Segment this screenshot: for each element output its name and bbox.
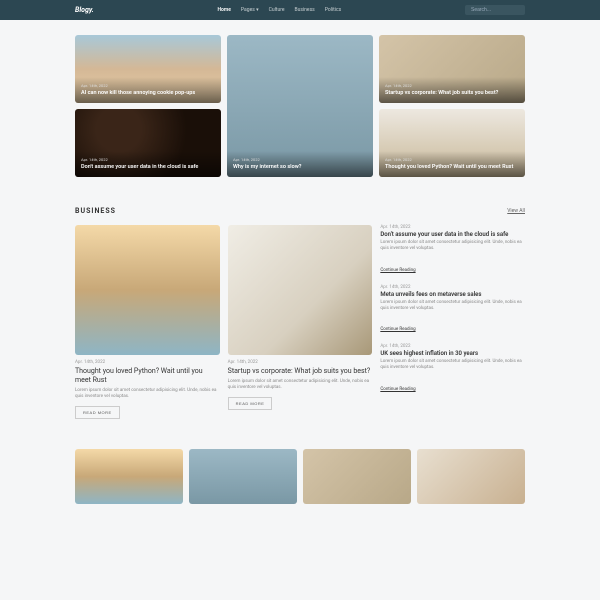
side-date: Apr. 14th, 2022 [380, 344, 525, 349]
hero-title: Why is my internet so slow? [233, 164, 367, 171]
view-all-link[interactable]: View All [507, 208, 525, 214]
hero-card[interactable]: Apr. 14th, 2022 AI can now kill those ann… [75, 35, 221, 103]
feature-title: Startup vs corporate: What job suits you… [228, 367, 373, 376]
search-input[interactable] [465, 5, 525, 15]
nav-business[interactable]: Business [295, 7, 315, 13]
side-title: Meta unveils fees on metaverse sales [380, 291, 525, 298]
nav-culture[interactable]: Culture [269, 7, 285, 13]
continue-reading-link[interactable]: Continue Reading [380, 387, 415, 392]
side-title: Don't assume your user data in the cloud… [380, 231, 525, 238]
side-article: Apr. 14th, 2022 Meta unveils fees on met… [380, 285, 525, 335]
section-title: BUSINESS [75, 207, 116, 215]
hero-title: Startup vs corporate: What job suits you… [385, 90, 519, 97]
hero-card[interactable]: Apr. 14th, 2022 Don't assume your user da… [75, 109, 221, 177]
hero-title: Don't assume your user data in the cloud… [81, 164, 215, 171]
side-article: Apr. 14th, 2022 UK sees highest inflatio… [380, 344, 525, 394]
nav-pages[interactable]: Pages ▾ [241, 7, 259, 13]
feature-date: Apr. 14th, 2022 [228, 360, 373, 365]
thumbnail[interactable] [417, 449, 525, 504]
thumbnail[interactable] [189, 449, 297, 504]
side-column: Apr. 14th, 2022 Don't assume your user d… [380, 225, 525, 419]
continue-reading-link[interactable]: Continue Reading [380, 268, 415, 273]
feature-date: Apr. 14th, 2022 [75, 360, 220, 365]
side-excerpt: Lorem ipsum dolor sit amet consectetur a… [380, 300, 525, 313]
business-section: BUSINESS View All Apr. 14th, 2022 Though… [75, 192, 525, 434]
thumbnail[interactable] [75, 449, 183, 504]
hero-title: AI can now kill those annoying cookie po… [81, 90, 215, 97]
side-excerpt: Lorem ipsum dolor sit amet consectetur a… [380, 359, 525, 372]
thumbnail[interactable] [303, 449, 411, 504]
read-more-button[interactable]: READ MORE [228, 397, 273, 410]
logo[interactable]: Blogy. [75, 6, 94, 14]
read-more-button[interactable]: READ MORE [75, 406, 120, 419]
hero-card[interactable]: Apr. 14th, 2022 Startup vs corporate: Wha… [379, 35, 525, 103]
hero-card[interactable]: Apr. 14th, 2022 Why is my internet so slo… [227, 35, 373, 177]
hero-date: Apr. 14th, 2022 [81, 83, 215, 88]
hero-grid: Apr. 14th, 2022 AI can now kill those ann… [75, 20, 525, 192]
side-excerpt: Lorem ipsum dolor sit amet consectetur a… [380, 240, 525, 253]
feature-card: Apr. 14th, 2022 Thought you loved Python… [75, 225, 220, 419]
header: Blogy. Home Pages ▾ Culture Business Pol… [0, 0, 600, 20]
feature-excerpt: Lorem ipsum dolor sit amet consectetur a… [228, 379, 373, 392]
feature-excerpt: Lorem ipsum dolor sit amet consectetur a… [75, 388, 220, 401]
side-title: UK sees highest inflation in 30 years [380, 350, 525, 357]
nav: Home Pages ▾ Culture Business Politics [218, 7, 342, 13]
hero-title: Thought you loved Python? Wait until you… [385, 164, 519, 171]
hero-card[interactable]: Apr. 14th, 2022 Thought you loved Python?… [379, 109, 525, 177]
nav-home[interactable]: Home [218, 7, 231, 13]
feature-image[interactable] [75, 225, 220, 355]
continue-reading-link[interactable]: Continue Reading [380, 327, 415, 332]
feature-card: Apr. 14th, 2022 Startup vs corporate: Wh… [228, 225, 373, 419]
feature-title: Thought you loved Python? Wait until you… [75, 367, 220, 385]
side-article: Apr. 14th, 2022 Don't assume your user d… [380, 225, 525, 275]
hero-date: Apr. 14th, 2022 [385, 83, 519, 88]
hero-date: Apr. 14th, 2022 [81, 157, 215, 162]
thumbnail-row [75, 434, 525, 519]
feature-image[interactable] [228, 225, 373, 355]
hero-date: Apr. 14th, 2022 [233, 157, 367, 162]
hero-date: Apr. 14th, 2022 [385, 157, 519, 162]
nav-politics[interactable]: Politics [325, 7, 341, 13]
chevron-down-icon: ▾ [256, 7, 259, 13]
side-date: Apr. 14th, 2022 [380, 285, 525, 290]
side-date: Apr. 14th, 2022 [380, 225, 525, 230]
